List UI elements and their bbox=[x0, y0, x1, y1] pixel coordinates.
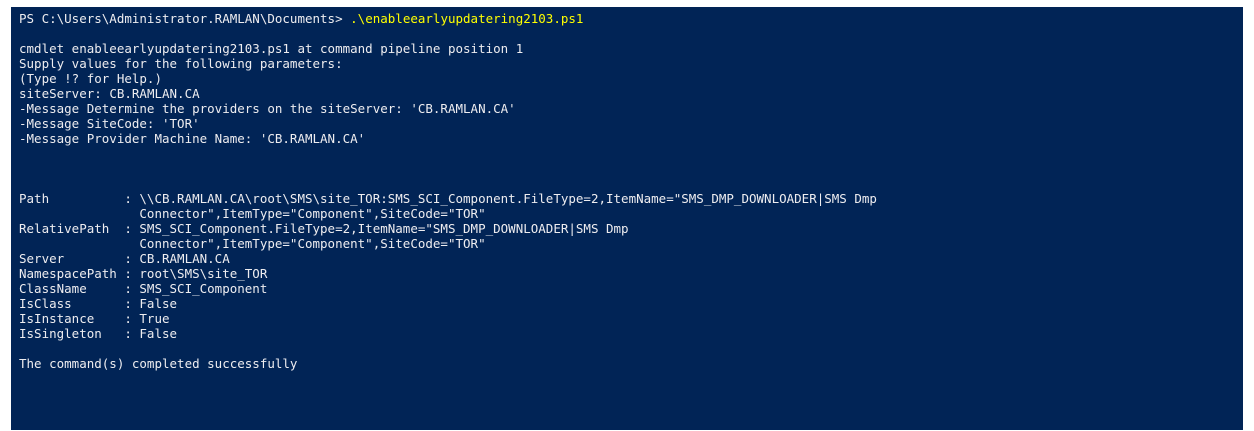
output-line: -Message Provider Machine Name: 'CB.RAML… bbox=[19, 131, 366, 146]
output-line: ClassName : SMS_SCI_Component bbox=[19, 281, 268, 296]
console-output: PS C:\Users\Administrator.RAMLAN\Documen… bbox=[19, 11, 1235, 371]
output-line: Supply values for the following paramete… bbox=[19, 56, 343, 71]
output-line: Connector",ItemType="Component",SiteCode… bbox=[19, 206, 486, 221]
parameter-label: siteServer: bbox=[19, 86, 110, 101]
output-line: cmdlet enableearlyupdatering2103.ps1 at … bbox=[19, 41, 524, 56]
output-line: The command(s) completed successfully bbox=[19, 356, 298, 371]
parameter-input-line: siteServer: CB.RAMLAN.CA bbox=[19, 86, 1235, 101]
powershell-console[interactable]: PS C:\Users\Administrator.RAMLAN\Documen… bbox=[11, 7, 1243, 430]
output-line: NamespacePath : root\SMS\site_TOR bbox=[19, 266, 268, 281]
prompt-path: PS C:\Users\Administrator.RAMLAN\Documen… bbox=[19, 11, 351, 26]
output-line: Path : \\CB.RAMLAN.CA\root\SMS\site_TOR:… bbox=[19, 191, 877, 206]
prompt-line: PS C:\Users\Administrator.RAMLAN\Documen… bbox=[19, 11, 1235, 26]
output-line: -Message Determine the providers on the … bbox=[19, 101, 516, 116]
output-line: (Type !? for Help.) bbox=[19, 71, 162, 86]
command-text: .\enableearlyupdatering2103.ps1 bbox=[350, 11, 584, 26]
parameter-value: CB.RAMLAN.CA bbox=[109, 86, 200, 101]
output-line: IsClass : False bbox=[19, 296, 178, 311]
output-line: Connector",ItemType="Component",SiteCode… bbox=[19, 236, 486, 251]
output-line: IsInstance : True bbox=[19, 311, 170, 326]
output-line: RelativePath : SMS_SCI_Component.FileTyp… bbox=[19, 221, 629, 236]
output-line: Server : CB.RAMLAN.CA bbox=[19, 251, 230, 266]
output-line: -Message SiteCode: 'TOR' bbox=[19, 116, 200, 131]
output-line: IsSingleton : False bbox=[19, 326, 178, 341]
